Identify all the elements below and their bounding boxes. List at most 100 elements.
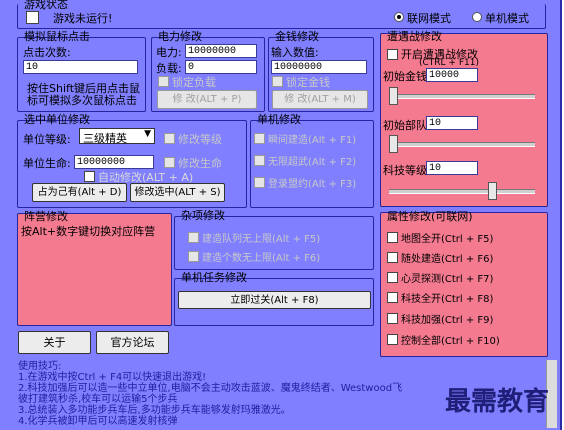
- map-reveal-checkbox[interactable]: [387, 232, 398, 243]
- initial-money-slider-track: [389, 94, 535, 99]
- tech-level-input[interactable]: 10: [426, 161, 478, 175]
- unit-level-select[interactable]: 三级精英 ▼: [79, 128, 155, 145]
- money-modify-button[interactable]: 修 改(ALT + M): [272, 90, 368, 109]
- tech-unlock-checkbox[interactable]: [387, 292, 398, 303]
- initial-money-slider[interactable]: [389, 87, 398, 105]
- lock-load-label: 锁定负载: [172, 76, 216, 89]
- click-count-label: 点击次数:: [23, 46, 71, 59]
- encounter-enable-hotkey: (CTRL + F11): [419, 58, 479, 68]
- tips-title: 使用技巧:: [18, 361, 62, 372]
- unit-hp-input[interactable]: 10000000: [74, 155, 154, 169]
- unlimited-queue-checkbox[interactable]: [188, 232, 199, 243]
- modify-selected-button[interactable]: 修改选中(ALT + S): [130, 183, 225, 202]
- build-anywhere-label[interactable]: 随处建造(Ctrl + F6): [401, 250, 493, 265]
- watermark: 最需教育: [445, 387, 550, 417]
- initial-money-label: 初始金钱: [383, 70, 427, 83]
- take-ownership-button[interactable]: 占为己有(Alt + D): [32, 183, 127, 202]
- single-mode-radio[interactable]: [472, 12, 482, 22]
- forum-button[interactable]: 官方论坛: [96, 331, 169, 354]
- usage-tips: 使用技巧: 1.在游戏中按Ctrl + F4可以快速退出游戏! 2.科技加强后可…: [18, 361, 402, 427]
- build-anywhere-checkbox[interactable]: [387, 252, 398, 263]
- tech-level-label: 科技等级: [383, 164, 427, 177]
- single-mods-panel: 单机修改 瞬间建造(Alt + F1) 无限超武(Alt + F2) 登录盟约(…: [250, 113, 374, 208]
- chevron-down-icon: ▼: [144, 129, 151, 139]
- load-input[interactable]: 0: [185, 60, 257, 74]
- initial-units-slider[interactable]: [389, 135, 398, 153]
- unlimited-count-label: 建造个数无上限(Alt + F6): [202, 253, 321, 264]
- encounter-enable-checkbox[interactable]: [387, 49, 398, 60]
- unit-level-label: 单位等级:: [23, 133, 71, 146]
- tech-unlock-label[interactable]: 科技全开(Ctrl + F8): [401, 290, 493, 305]
- encounter-panel: 遭遇战修改 开启遭遇战修改 (CTRL + F11) 初始金钱 10000 初始…: [380, 30, 548, 207]
- selected-unit-panel: 选中单位修改 单位等级: 三级精英 ▼ 修改等级 单位生命: 10000000 …: [17, 113, 247, 208]
- money-panel: 金钱修改 输入数值: 10000000 锁定金钱 修 改(ALT + M): [268, 30, 374, 112]
- unit-level-value: 三级精英: [83, 132, 127, 145]
- infinite-superweapon-label: 无限超武(Alt + F2): [268, 157, 357, 168]
- psychic-detect-label[interactable]: 心灵探测(Ctrl + F7): [401, 270, 493, 285]
- attributes-title: 属性修改(可联网): [387, 210, 473, 223]
- lock-money-label: 锁定金钱: [286, 76, 330, 89]
- auto-modify-checkbox[interactable]: [84, 171, 95, 182]
- money-input-label: 输入数值:: [271, 46, 319, 59]
- initial-units-label: 初始部队: [383, 119, 427, 132]
- power-label: 电力:: [156, 46, 182, 59]
- game-running-checkbox[interactable]: [26, 11, 39, 24]
- mission-title: 单机任务修改: [181, 271, 247, 284]
- tip-line: 1.在游戏中按Ctrl + F4可以快速退出游戏!: [18, 372, 207, 383]
- lock-load-checkbox[interactable]: [158, 76, 169, 87]
- faction-hint: 按Alt+数字键切换对应阵营: [21, 225, 156, 238]
- money-title: 金钱修改: [275, 30, 319, 43]
- instant-build-label: 瞬间建造(Alt + F1): [268, 135, 357, 146]
- faction-title: 阵营修改: [24, 210, 68, 223]
- psychic-detect-checkbox[interactable]: [387, 272, 398, 283]
- misc-panel: 杂项修改 建造队列无上限(Alt + F5) 建造个数无上限(Alt + F6): [174, 209, 374, 270]
- mouse-click-panel: 模拟鼠标点击 点击次数: 10 按住Shift键后用点击鼠 标可模拟多次鼠标点击: [17, 30, 146, 112]
- tech-boost-checkbox[interactable]: [387, 313, 398, 324]
- modify-hp-checkbox[interactable]: [164, 157, 175, 168]
- network-mode-radio[interactable]: [394, 12, 404, 22]
- modify-level-label: 修改等级: [178, 133, 222, 146]
- about-button[interactable]: 关于: [18, 331, 91, 354]
- unlimited-queue-label: 建造队列无上限(Alt + F5): [202, 234, 321, 245]
- selected-unit-title: 选中单位修改: [24, 113, 90, 126]
- tip-line: 4.化学兵被卸甲后可以高速发射核弹: [18, 416, 178, 427]
- instant-win-button[interactable]: 立即过关(Alt + F8): [178, 291, 371, 309]
- power-title: 电力修改: [158, 30, 202, 43]
- initial-units-slider-track: [389, 142, 535, 147]
- mission-panel: 单机任务修改 立即过关(Alt + F8): [174, 271, 374, 326]
- mouse-click-title: 模拟鼠标点击: [24, 30, 90, 43]
- infinite-superweapon-checkbox[interactable]: [254, 155, 265, 166]
- faction-panel: 阵营修改 按Alt+数字键切换对应阵营: [17, 210, 172, 326]
- tech-level-slider[interactable]: [488, 182, 497, 200]
- mouse-hint-line2: 标可模拟多次鼠标点击: [27, 94, 137, 107]
- alliance-label: 登录盟约(Alt + F3): [268, 179, 357, 190]
- network-mode-label[interactable]: 联网模式: [407, 10, 451, 26]
- tech-boost-label[interactable]: 科技加强(Ctrl + F9): [401, 311, 493, 326]
- control-all-checkbox[interactable]: [387, 334, 398, 345]
- alliance-checkbox[interactable]: [254, 177, 265, 188]
- single-mode-label[interactable]: 单机模式: [485, 10, 529, 26]
- tech-level-slider-track: [389, 189, 535, 194]
- map-reveal-label[interactable]: 地图全开(Ctrl + F5): [401, 230, 493, 245]
- initial-units-input[interactable]: 10: [426, 116, 478, 130]
- click-count-input[interactable]: 10: [23, 60, 138, 74]
- game-status-panel: 游戏状态 游戏未运行! 联网模式 单机模式: [17, 0, 546, 29]
- encounter-title: 遭遇战修改: [387, 30, 442, 43]
- game-status-text: 游戏未运行!: [53, 12, 113, 25]
- tip-line: 3.总统装入多功能步兵车后,多功能步兵车能够发射玛雅激光。: [18, 405, 291, 416]
- power-input[interactable]: 10000000: [185, 44, 257, 58]
- single-mods-title: 单机修改: [257, 113, 301, 126]
- tip-line: 彼打建筑秒杀,校车可以运输5个步兵: [18, 394, 178, 405]
- control-all-label[interactable]: 控制全部(Ctrl + F10): [401, 332, 500, 347]
- tip-line: 2.科技加强后可以造一些中立单位,电脑不会主动攻击蓝波、魔鬼终结者、Westwo…: [18, 383, 403, 394]
- lock-money-checkbox[interactable]: [272, 76, 283, 87]
- modify-level-checkbox[interactable]: [164, 133, 175, 144]
- unit-hp-label: 单位生命:: [23, 157, 71, 170]
- misc-title: 杂项修改: [181, 209, 225, 222]
- money-input[interactable]: 10000000: [271, 60, 367, 74]
- unlimited-count-checkbox[interactable]: [188, 251, 199, 262]
- power-modify-button[interactable]: 修 改(ALT + P): [157, 90, 257, 109]
- instant-build-checkbox[interactable]: [254, 133, 265, 144]
- trainer-window: 游戏状态 游戏未运行! 联网模式 单机模式 模拟鼠标点击 点击次数: 10 按住…: [0, 0, 562, 430]
- initial-money-input[interactable]: 10000: [426, 68, 478, 82]
